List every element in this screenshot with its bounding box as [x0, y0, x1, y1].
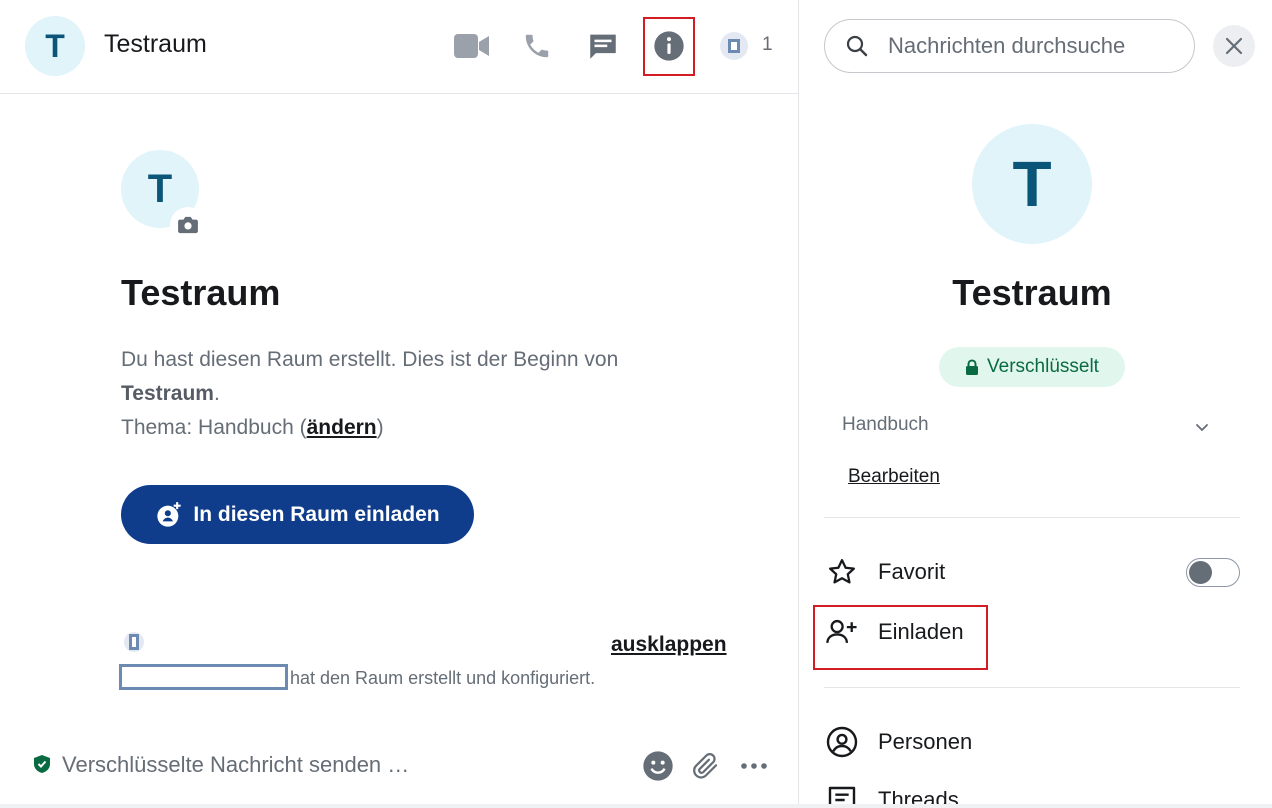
- room-avatar[interactable]: T: [25, 16, 85, 76]
- divider: [824, 687, 1240, 688]
- timeline-room-heading: Testraum: [121, 272, 281, 313]
- emoji-icon[interactable]: [640, 748, 676, 784]
- people-icon: [824, 724, 860, 760]
- invite-highlight: [813, 605, 988, 670]
- expand-link[interactable]: ausklappen: [611, 633, 727, 657]
- voice-call-icon[interactable]: [517, 26, 557, 66]
- star-icon: [824, 554, 860, 590]
- favorite-toggle[interactable]: [1186, 558, 1240, 587]
- divider: [824, 517, 1240, 518]
- room-created-event: hat den Raum erstellt und konfiguriert.: [290, 668, 596, 688]
- window-bottom-edge: [0, 804, 1272, 808]
- invite-button-label: In diesen Raum einladen: [193, 502, 440, 526]
- message-composer: Verschlüsselte Nachricht senden …: [0, 740, 798, 804]
- invite-to-room-button[interactable]: In diesen Raum einladen: [121, 485, 474, 544]
- people-label: Personen: [878, 729, 973, 754]
- camera-icon[interactable]: [170, 207, 206, 243]
- room-topic[interactable]: Handbuch: [842, 414, 1222, 436]
- change-topic-link[interactable]: ändern: [307, 416, 377, 439]
- attachment-icon[interactable]: [688, 748, 724, 784]
- room-name[interactable]: Testraum: [104, 30, 207, 59]
- chevron-down-icon[interactable]: [1195, 420, 1209, 438]
- room-intro-text: Du hast diesen Raum erstellt. Dies ist d…: [121, 343, 721, 445]
- favorite-row[interactable]: Favorit: [824, 548, 1240, 596]
- shield-icon: [33, 754, 51, 779]
- intro-text: Du hast diesen Raum erstellt. Dies ist d…: [121, 348, 619, 371]
- people-row[interactable]: Personen: [824, 718, 1240, 766]
- message-search-field[interactable]: Nachrichten durchsuche: [824, 19, 1195, 73]
- favorite-label: Favorit: [878, 559, 946, 584]
- composer-input[interactable]: Verschlüsselte Nachricht senden …: [62, 752, 409, 778]
- panel-room-name: Testraum: [952, 272, 1112, 313]
- search-placeholder: Nachrichten durchsuche: [888, 33, 1126, 58]
- threads-icon[interactable]: [583, 26, 623, 66]
- encrypted-label: Verschlüsselt: [987, 356, 1099, 377]
- intro-room-name: Testraum: [121, 382, 214, 405]
- close-panel-button[interactable]: [1213, 25, 1255, 67]
- search-icon: [845, 34, 869, 63]
- edit-topic-link[interactable]: Bearbeiten: [848, 466, 940, 488]
- more-options-icon[interactable]: [736, 748, 772, 784]
- lock-icon: [966, 358, 979, 375]
- room-info-panel: Nachrichten durchsuche T Testraum Versch…: [798, 0, 1272, 808]
- close-icon: [1225, 37, 1243, 55]
- invite-person-icon: [157, 501, 182, 527]
- member-count[interactable]: 1: [762, 34, 773, 56]
- timeline-pane: T Testraum 1 T Testraum Du hast diesen R…: [0, 0, 798, 808]
- topic-prefix: Thema: Handbuch (: [121, 416, 307, 439]
- topic-suffix: ): [376, 416, 384, 439]
- member-avatar[interactable]: [720, 32, 748, 60]
- panel-room-avatar[interactable]: T: [972, 124, 1092, 244]
- room-header: T Testraum 1: [0, 0, 798, 94]
- creator-avatar[interactable]: [124, 632, 144, 652]
- room-info-highlight: [643, 17, 695, 76]
- creator-name[interactable]: [119, 664, 288, 690]
- video-call-icon[interactable]: [452, 26, 492, 66]
- encrypted-badge: Verschlüsselt: [939, 347, 1125, 387]
- intro-end: .: [213, 382, 220, 405]
